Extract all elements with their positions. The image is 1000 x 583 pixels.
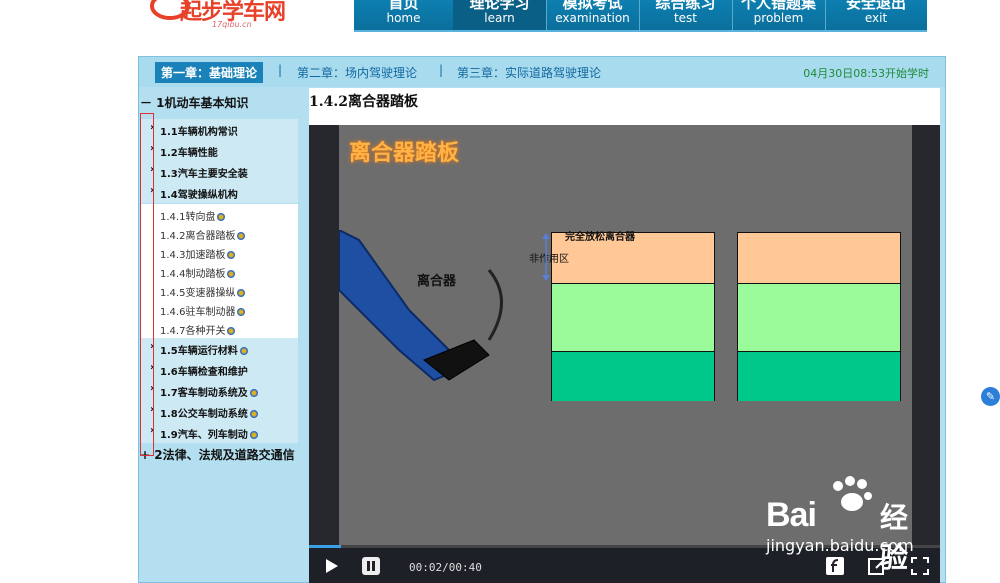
progress-fill — [309, 545, 341, 548]
lesson-item[interactable]: 1.4.6驻车制动器 — [140, 299, 298, 319]
top-bar: 起步学车网 17qibu.cn 首页 home 理论学习 learn 模拟考试 … — [0, 0, 1000, 36]
logo-subtext: 17qibu.cn — [212, 20, 252, 29]
nav-problem[interactable]: 个人错题集 problem — [732, 0, 826, 30]
free-label: 完全放松离合器 — [565, 232, 635, 243]
video-play-icon — [227, 327, 236, 335]
tab-chapter-3[interactable]: 第三章：实际道路驾驶理论 — [457, 64, 601, 81]
pedal-gauge-left — [551, 232, 715, 401]
nav-learn-en: learn — [484, 11, 515, 25]
sidebar-item[interactable]: › 1.2车辆性能 — [140, 140, 298, 161]
video-play-icon — [239, 347, 248, 355]
lesson-label: 1.4.6驻车制动器 — [160, 307, 236, 318]
gauge-zone-free — [738, 233, 900, 283]
sidebar-section-2[interactable]: + 2法律、法规及道路交通信 — [140, 446, 298, 470]
sidebar-item-label: 1.5车辆运行材料 — [160, 346, 238, 357]
sidebar-item[interactable]: › 1.9汽车、列车制动 — [140, 422, 298, 443]
sidebar-item[interactable]: › 1.6车辆检查和维护 — [140, 359, 298, 380]
gauge-zone-full — [552, 351, 714, 401]
range-arrow-icon — [542, 233, 550, 281]
leg-illustration-icon — [339, 230, 503, 382]
flash-icon[interactable] — [825, 556, 845, 576]
video-play-icon — [237, 289, 246, 297]
pause-icon[interactable] — [361, 556, 381, 576]
nav-exit-en: exit — [864, 11, 888, 25]
video-play-icon — [227, 270, 236, 278]
pedal-gauge-right — [737, 232, 901, 401]
lesson-item[interactable]: 1.4.7各种开关 — [140, 318, 298, 338]
nav-exit[interactable]: 安全退出 exit — [825, 0, 927, 30]
sidebar-item-label: 1.8公交车制动系统 — [160, 409, 248, 420]
sidebar-item[interactable]: › 1.4驾驶操纵机构 — [140, 182, 298, 203]
sidebar-item-label: 1.1车辆机构常识 — [160, 127, 238, 138]
sidebar-item[interactable]: › 1.1车辆机构常识 — [140, 119, 298, 140]
main-nav: 首页 home 理论学习 learn 模拟考试 examination 综合练习… — [354, 0, 927, 32]
chapter-bar: 第一章：基础理论 | 第二章：场内驾驶理论 | 第三章：实际道路驾驶理论 04月… — [139, 57, 945, 87]
sidebar-item[interactable]: › 1.3汽车主要安全装 — [140, 161, 298, 182]
lesson-label: 1.4.5变速器操纵 — [160, 288, 236, 299]
highlight-annotation — [140, 113, 154, 456]
sidebar-item[interactable]: › 1.8公交车制动系统 — [140, 401, 298, 422]
gauge-zone-semi — [552, 283, 714, 352]
video-letterbox-left — [309, 125, 339, 545]
chapter-separator: | — [278, 63, 283, 77]
video-play-icon — [217, 213, 226, 221]
lesson-item[interactable]: 1.4.5变速器操纵 — [140, 280, 298, 300]
nav-test-en: test — [673, 11, 698, 25]
sidebar-item-label: 1.9汽车、列车制动 — [160, 430, 248, 441]
watermark-url: jingyan.baidu.com — [766, 536, 914, 555]
nav-learn[interactable]: 理论学习 learn — [453, 0, 547, 30]
clutch-label: 离合器 — [417, 274, 457, 289]
lesson-item[interactable]: 1.4.2离合器踏板 — [140, 223, 298, 243]
nav-test[interactable]: 综合练习 test — [639, 0, 733, 30]
video-letterbox-right — [912, 125, 940, 545]
tab-chapter-2[interactable]: 第二章：场内驾驶理论 — [297, 64, 417, 81]
lesson-label: 1.4.1转向盘 — [160, 212, 216, 223]
lesson-item[interactable]: 1.4.4制动踏板 — [140, 261, 298, 281]
nav-examination[interactable]: 模拟考试 examination — [546, 0, 640, 30]
lesson-item[interactable]: 1.4.1转向盘 — [140, 204, 298, 224]
lesson-label: 1.4.3加速踏板 — [160, 250, 226, 261]
site-logo[interactable]: 起步学车网 17qibu.cn — [150, 0, 330, 32]
nav-home-en: home — [386, 11, 421, 25]
lesson-label: 1.4.7各种开关 — [160, 326, 226, 337]
lesson-title: 1.4.2离合器踏板 — [309, 94, 418, 110]
paw-icon — [833, 476, 872, 511]
video-play-icon — [227, 251, 236, 259]
baidu-logo: Bai — [766, 496, 817, 534]
video-play-icon — [249, 389, 258, 397]
lesson-item[interactable]: 1.4.3加速踏板 — [140, 242, 298, 262]
sidebar-item-label: 1.4驾驶操纵机构 — [160, 190, 238, 201]
play-icon[interactable] — [321, 556, 341, 576]
sidebar-item-label: 1.3汽车主要安全装 — [160, 169, 248, 180]
lesson-label: 1.4.2离合器踏板 — [160, 231, 236, 242]
floating-helper-icon[interactable]: ✎ — [981, 387, 1000, 406]
chapter-separator: | — [439, 63, 444, 77]
lesson-label: 1.4.4制动踏板 — [160, 269, 226, 280]
sidebar-section-1[interactable]: － 1机动车基本知识 — [140, 94, 298, 116]
tab-chapter-1[interactable]: 第一章：基础理论 — [155, 62, 264, 83]
sidebar-item[interactable]: › 1.7客车制动系统及 — [140, 380, 298, 401]
video-play-icon — [237, 232, 246, 240]
sidebar-item[interactable]: › 1.5车辆运行材料 — [140, 338, 298, 359]
video-title: 离合器踏板 — [349, 141, 460, 166]
nav-home[interactable]: 首页 home — [354, 0, 454, 30]
video-play-icon — [249, 431, 258, 439]
gauge-zone-semi — [738, 283, 900, 352]
study-timer: 04月30日08:53开始学时 — [803, 67, 929, 80]
video-play-icon — [249, 410, 258, 418]
sidebar-item-label: 1.2车辆性能 — [160, 148, 218, 159]
gauge-zone-full — [738, 351, 900, 401]
nav-problem-en: problem — [753, 11, 804, 25]
nav-examination-en: examination — [555, 11, 630, 25]
video-play-icon — [237, 308, 246, 316]
sidebar-item-label: 1.6车辆检查和维护 — [160, 367, 248, 378]
sidebar-item-label: 1.7客车制动系统及 — [160, 388, 248, 399]
sidebar: － 1机动车基本知识 › 1.1车辆机构常识 › 1.2车辆性能 › 1.3汽车… — [140, 90, 298, 583]
video-time: 00:02/00:40 — [409, 561, 482, 574]
fullscreen-icon[interactable] — [910, 556, 930, 576]
